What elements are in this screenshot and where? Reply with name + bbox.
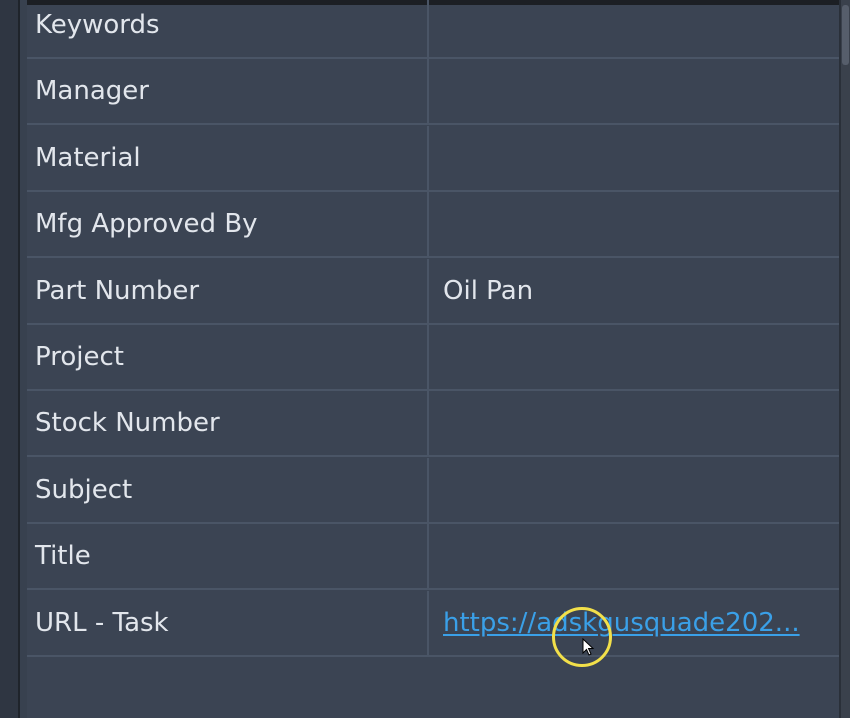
property-value-field[interactable] [429, 126, 839, 190]
properties-panel: Keywords Manager Material Mfg Approved B… [0, 0, 850, 718]
property-row-part-number[interactable]: Part Number Oil Pan [27, 259, 839, 325]
property-value-field[interactable] [429, 391, 839, 455]
property-row-url-task[interactable]: URL - Task https://adskgusquade202... [27, 591, 839, 657]
property-value-field[interactable] [429, 325, 839, 389]
property-row-mfg-approved-by[interactable]: Mfg Approved By [27, 192, 839, 258]
property-value-field[interactable] [429, 458, 839, 522]
property-label: Stock Number [35, 408, 220, 438]
property-value-field[interactable] [429, 192, 839, 256]
property-value-field[interactable] [429, 524, 839, 588]
property-value-field[interactable] [429, 0, 839, 57]
property-label: Subject [35, 475, 133, 505]
property-row-keywords[interactable]: Keywords [27, 0, 839, 59]
property-row-title[interactable]: Title [27, 524, 839, 590]
panel-left-margin [20, 0, 27, 718]
property-row-material[interactable]: Material [27, 126, 839, 192]
property-label: Project [35, 342, 124, 372]
property-row-stock-number[interactable]: Stock Number [27, 391, 839, 457]
property-label: Mfg Approved By [35, 209, 258, 239]
mouse-pointer-icon [582, 638, 595, 656]
url-task-link[interactable]: https://adskgusquade202... [429, 591, 839, 655]
property-label: Part Number [35, 276, 200, 306]
property-label: URL - Task [35, 608, 169, 638]
grid-empty-area [27, 658, 839, 718]
property-row-project[interactable]: Project [27, 325, 839, 391]
property-row-subject[interactable]: Subject [27, 458, 839, 524]
property-row-manager[interactable]: Manager [27, 59, 839, 125]
vertical-scrollbar[interactable] [841, 0, 850, 718]
scrollbar-thumb[interactable] [842, 5, 849, 65]
property-value-field[interactable] [429, 59, 839, 123]
property-value-field[interactable]: Oil Pan [429, 259, 839, 323]
property-label: Title [35, 541, 91, 571]
panel-left-gutter [0, 0, 18, 718]
cursor-highlight-ring [552, 607, 612, 667]
property-label: Keywords [35, 10, 160, 40]
property-label: Manager [35, 76, 149, 106]
property-label: Material [35, 143, 141, 173]
